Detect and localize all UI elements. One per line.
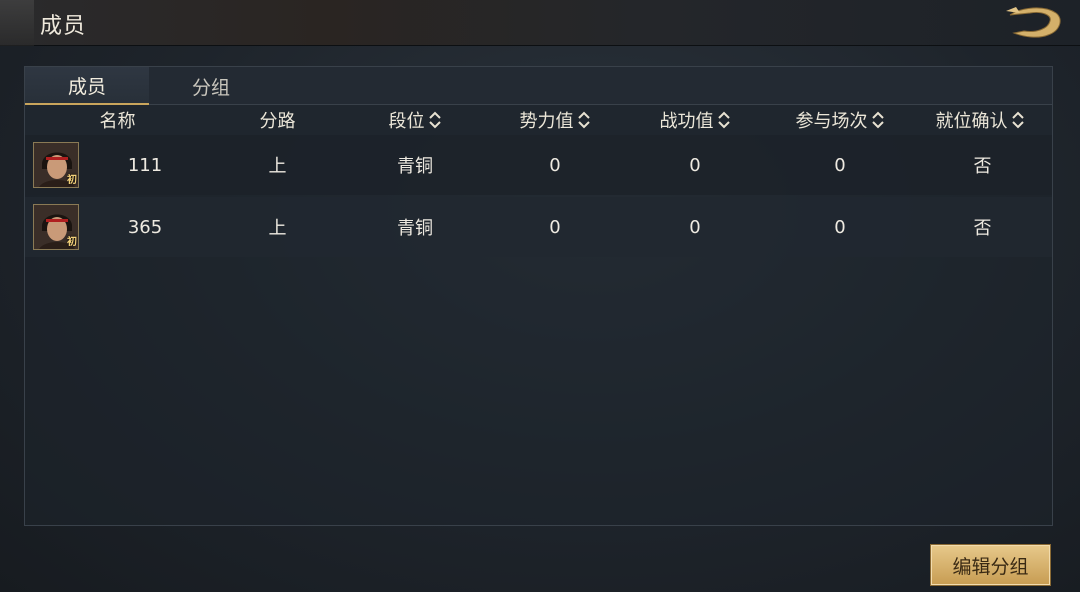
table-row[interactable]: 初 111 上 青铜 0 0 0 否 <box>25 135 1052 195</box>
cell-power: 0 <box>549 154 561 176</box>
cell-matches: 0 <box>834 154 846 176</box>
tab-members[interactable]: 成员 <box>25 67 149 105</box>
column-header-label: 段位 <box>388 111 425 132</box>
page-title: 成员 <box>40 14 87 39</box>
cell-lane: 上 <box>268 218 287 239</box>
column-header-label: 分路 <box>259 111 296 132</box>
members-panel: 成员 分组 名称 分路 段位 势力值 战功值 参与场次 就位确认 初 111 上… <box>24 66 1053 526</box>
column-header-label: 势力值 <box>519 111 574 132</box>
top-bar: 成员 <box>0 0 1080 46</box>
cell-lane: 上 <box>268 156 287 177</box>
column-header-confirmed[interactable]: 就位确认 <box>910 105 1050 135</box>
column-header-lane: 分路 <box>215 105 340 135</box>
avatar-badge: 初 <box>67 175 77 186</box>
cell-confirmed: 否 <box>973 156 992 177</box>
column-header-label: 名称 <box>99 111 136 132</box>
column-header-merit[interactable]: 战功值 <box>630 105 760 135</box>
column-header-rank[interactable]: 段位 <box>350 105 480 135</box>
avatar[interactable]: 初 <box>33 142 79 188</box>
sort-updown-icon <box>577 110 591 130</box>
back-button[interactable] <box>1004 3 1066 43</box>
cell-name: 111 <box>127 154 163 176</box>
sort-updown-icon <box>428 110 442 130</box>
column-header-name: 名称 <box>65 105 170 135</box>
sort-updown-icon <box>871 110 885 130</box>
column-header-label: 战功值 <box>659 111 714 132</box>
cell-name: 365 <box>127 216 163 238</box>
column-header-power[interactable]: 势力值 <box>490 105 620 135</box>
tab-bar: 成员 分组 <box>25 67 1052 105</box>
table-row[interactable]: 初 365 上 青铜 0 0 0 否 <box>25 197 1052 257</box>
column-header-label: 参与场次 <box>795 111 868 132</box>
cell-confirmed: 否 <box>973 218 992 239</box>
cell-rank: 青铜 <box>397 218 433 239</box>
avatar-badge: 初 <box>67 237 77 248</box>
avatar[interactable]: 初 <box>33 204 79 250</box>
sort-updown-icon <box>717 110 731 130</box>
cell-merit: 0 <box>689 216 701 238</box>
dragon-back-icon <box>1006 7 1061 38</box>
column-header-label: 就位确认 <box>935 111 1008 132</box>
tab-groups[interactable]: 分组 <box>149 67 273 105</box>
cell-matches: 0 <box>834 216 846 238</box>
corner-ornament <box>0 0 34 46</box>
edit-group-button[interactable]: 编辑分组 <box>930 544 1051 586</box>
cell-power: 0 <box>549 216 561 238</box>
sort-updown-icon <box>1011 110 1025 130</box>
cell-rank: 青铜 <box>397 156 433 177</box>
table-header: 名称 分路 段位 势力值 战功值 参与场次 就位确认 <box>25 105 1052 135</box>
cell-merit: 0 <box>689 154 701 176</box>
column-header-matches[interactable]: 参与场次 <box>770 105 910 135</box>
